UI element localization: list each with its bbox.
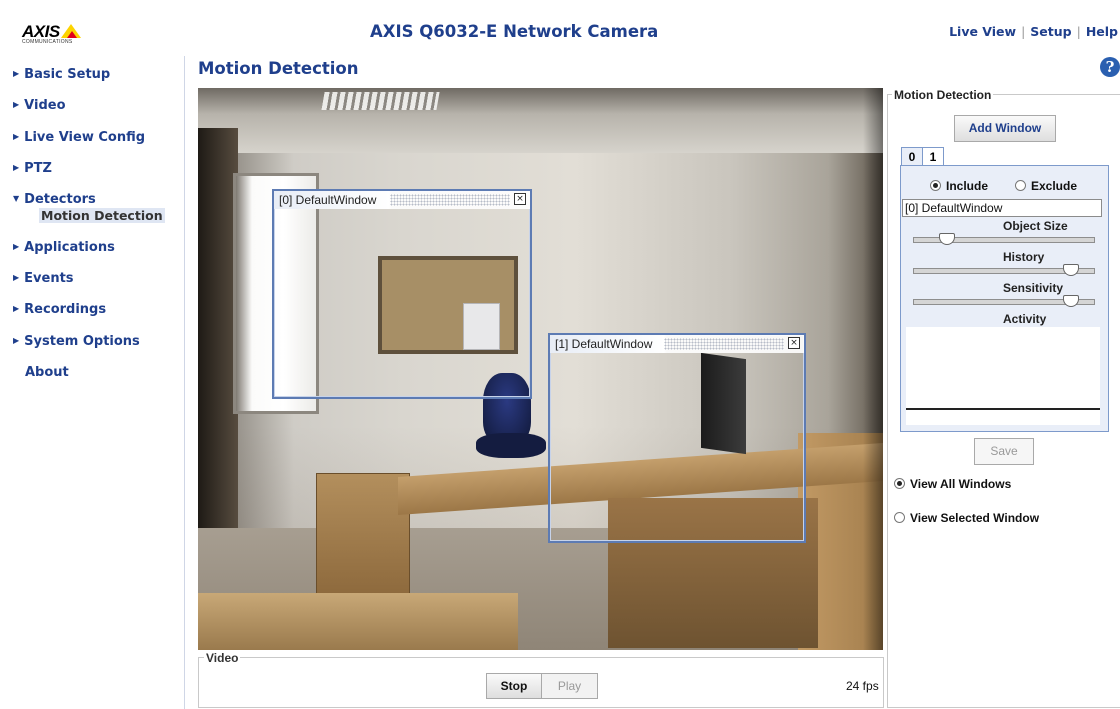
product-title: AXIS Q6032-E Network Camera	[370, 22, 659, 41]
ceiling	[198, 88, 883, 153]
sidebar-subitem-motion-detection[interactable]: Motion Detection	[39, 208, 165, 223]
chevron-right-icon: ▶	[13, 304, 20, 313]
sidebar	[0, 56, 185, 709]
include-radio[interactable]: Include	[930, 179, 988, 193]
video-controls-label: Video	[204, 651, 241, 665]
wall-shade	[863, 88, 883, 650]
foreground-table	[198, 593, 518, 650]
sidebar-item-applications[interactable]: ▶ Applications	[13, 240, 115, 255]
radio-selected-icon	[894, 478, 905, 489]
chevron-right-icon: ▶	[13, 273, 20, 282]
save-button[interactable]: Save	[974, 438, 1034, 465]
chevron-right-icon: ▶	[13, 132, 20, 141]
chair-seat	[476, 433, 546, 458]
motion-window-titlebar[interactable]: [1] DefaultWindow ×	[550, 335, 804, 353]
motion-window-title: [0] DefaultWindow	[279, 193, 377, 207]
view-all-windows-radio[interactable]: View All Windows	[894, 477, 1011, 491]
video-stream: [0] DefaultWindow × [1] DefaultWindow ×	[198, 88, 883, 650]
chevron-right-icon: ▶	[13, 336, 20, 345]
nav-help-link[interactable]: Help	[1086, 24, 1118, 39]
motion-window-title: [1] DefaultWindow	[555, 337, 653, 351]
object-size-label: Object Size	[1003, 219, 1068, 233]
chevron-right-icon: ▶	[13, 242, 20, 251]
chevron-right-icon: ▶	[13, 163, 20, 172]
nav-live-view-link[interactable]: Live View	[949, 24, 1016, 39]
exclude-radio[interactable]: Exclude	[1015, 179, 1077, 193]
radio-selected-icon	[930, 180, 941, 191]
window-name-input[interactable]	[902, 199, 1102, 217]
play-button[interactable]: Play	[541, 673, 598, 699]
close-icon[interactable]: ×	[788, 337, 800, 349]
activity-label: Activity	[1003, 312, 1047, 326]
sidebar-item-about[interactable]: About	[25, 365, 69, 380]
motion-window-1[interactable]: [1] DefaultWindow ×	[548, 333, 806, 543]
sidebar-item-detectors[interactable]: ▼ Detectors	[13, 192, 96, 207]
add-window-button[interactable]: Add Window	[954, 115, 1056, 142]
sidebar-item-system-options[interactable]: ▶ System Options	[13, 334, 140, 349]
history-label: History	[1003, 250, 1045, 264]
panel-group-label: Motion Detection	[892, 88, 994, 102]
logo-subtext: COMMUNICATIONS	[22, 39, 73, 45]
activity-graph	[906, 327, 1100, 425]
sidebar-item-live-view-config[interactable]: ▶ Live View Config	[13, 130, 145, 145]
header: AXIS COMMUNICATIONS AXIS Q6032-E Network…	[0, 0, 1120, 56]
page-title: Motion Detection	[198, 59, 359, 78]
sensitivity-label: Sensitivity	[1003, 281, 1064, 295]
tab-0[interactable]: 0	[901, 147, 923, 166]
sidebar-item-basic-setup[interactable]: ▶ Basic Setup	[13, 67, 110, 82]
view-selected-window-radio[interactable]: View Selected Window	[894, 511, 1039, 525]
history-slider[interactable]	[913, 264, 1095, 276]
radio-unselected-icon	[894, 512, 905, 523]
sensitivity-slider[interactable]	[913, 295, 1095, 307]
nav-setup-link[interactable]: Setup	[1030, 24, 1071, 39]
axis-logo[interactable]: AXIS COMMUNICATIONS	[22, 22, 86, 45]
chevron-right-icon: ▶	[13, 69, 20, 78]
close-icon[interactable]: ×	[514, 193, 526, 205]
fps-readout: 24 fps	[846, 679, 879, 693]
motion-window-titlebar[interactable]: [0] DefaultWindow ×	[274, 191, 530, 209]
motion-window-0[interactable]: [0] DefaultWindow ×	[272, 189, 532, 399]
activity-threshold-line	[906, 408, 1100, 410]
logo-triangle-red-icon	[67, 31, 77, 38]
stop-button[interactable]: Stop	[486, 673, 542, 699]
ceiling-light	[321, 92, 440, 110]
help-icon[interactable]: ?	[1100, 57, 1120, 77]
sidebar-item-events[interactable]: ▶ Events	[13, 271, 74, 286]
chevron-right-icon: ▶	[13, 100, 20, 109]
object-size-slider[interactable]	[913, 233, 1095, 245]
tab-1[interactable]: 1	[922, 147, 944, 166]
radio-unselected-icon	[1015, 180, 1026, 191]
sidebar-item-ptz[interactable]: ▶ PTZ	[13, 161, 52, 176]
sidebar-item-video[interactable]: ▶ Video	[13, 98, 66, 113]
sidebar-item-recordings[interactable]: ▶ Recordings	[13, 302, 106, 317]
chevron-down-icon: ▼	[13, 194, 20, 203]
cabinet	[316, 473, 410, 595]
top-nav: Live View | Setup | Help	[949, 24, 1118, 39]
